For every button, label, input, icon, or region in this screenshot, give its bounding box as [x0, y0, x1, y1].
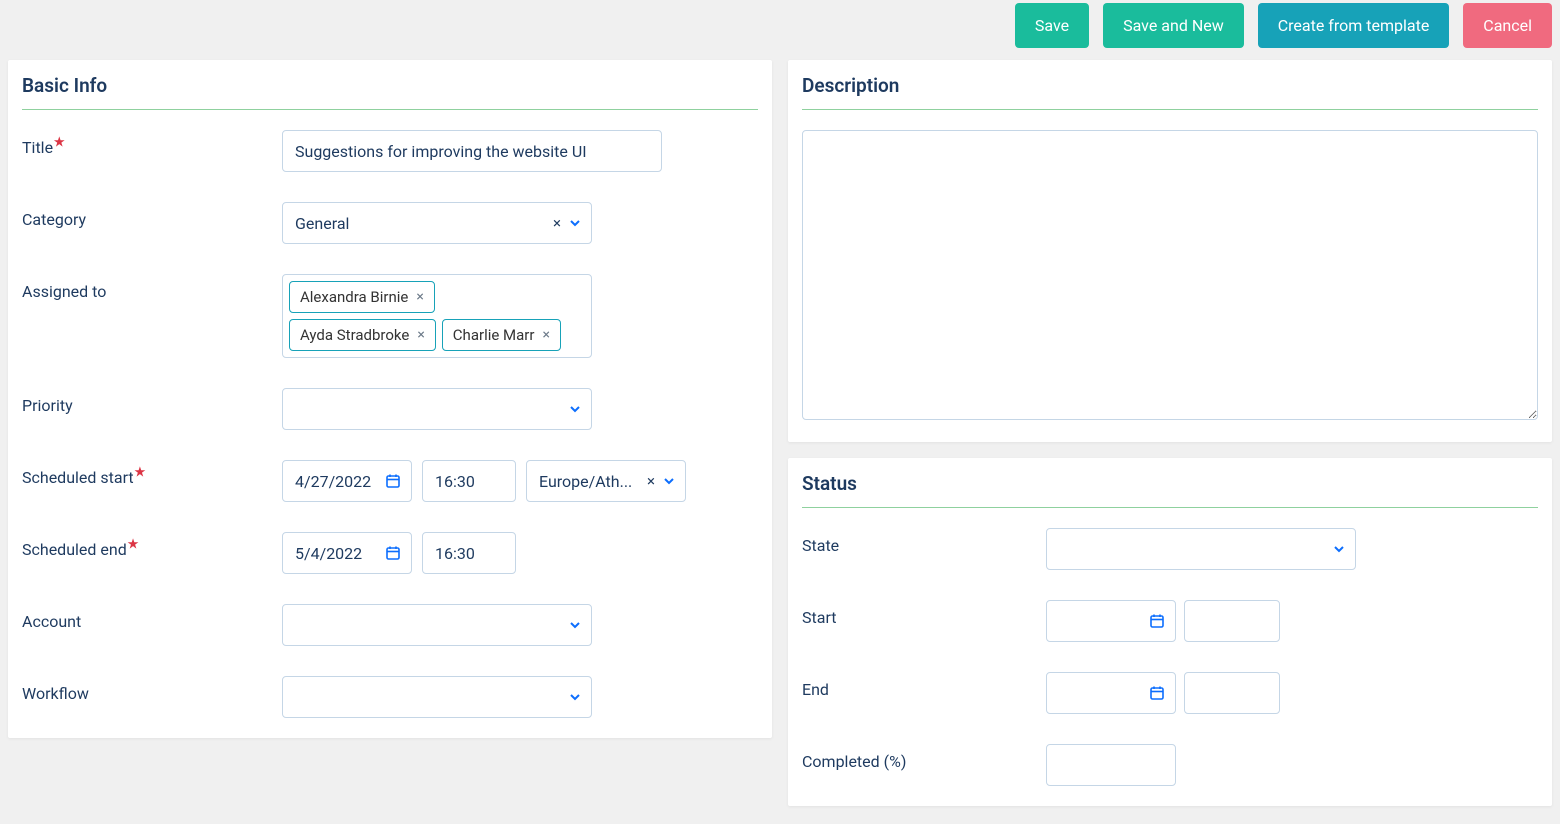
remove-tag-icon[interactable]: ×: [542, 327, 549, 343]
state-select[interactable]: [1046, 528, 1356, 570]
description-textarea[interactable]: [802, 130, 1538, 420]
label-assigned-to: Assigned to: [22, 274, 282, 301]
completed-input[interactable]: [1046, 744, 1176, 786]
label-completed: Completed (%): [802, 744, 1046, 771]
field-row-end: End: [802, 672, 1538, 714]
timezone-value: Europe/Ath...: [539, 472, 647, 491]
category-select[interactable]: General ×: [282, 202, 592, 244]
chevron-down-icon: [1333, 543, 1345, 555]
label-scheduled-start: Scheduled start★: [22, 460, 282, 487]
create-from-template-button[interactable]: Create from template: [1258, 3, 1450, 48]
assigned-to-input[interactable]: Alexandra Birnie × Ayda Stradbroke × Cha…: [282, 274, 592, 358]
label-workflow: Workflow: [22, 676, 282, 703]
label-scheduled-end-text: Scheduled end: [22, 540, 127, 559]
required-star-icon: ★: [134, 465, 147, 481]
scheduled-end-date-value: 5/4/2022: [295, 544, 362, 563]
required-star-icon: ★: [53, 135, 66, 151]
field-row-category: Category General ×: [22, 202, 758, 244]
priority-select[interactable]: [282, 388, 592, 430]
end-time-input[interactable]: [1184, 672, 1280, 714]
workflow-select[interactable]: [282, 676, 592, 718]
required-star-icon: ★: [127, 537, 140, 553]
field-row-start: Start: [802, 600, 1538, 642]
scheduled-start-time-value: 16:30: [435, 472, 475, 491]
basic-info-panel: Basic Info Title★ Category General: [8, 60, 772, 738]
scheduled-end-date-input[interactable]: 5/4/2022: [282, 532, 412, 574]
assignee-tag[interactable]: Alexandra Birnie ×: [289, 281, 435, 313]
tag-label: Charlie Marr: [453, 326, 535, 344]
start-time-input[interactable]: [1184, 600, 1280, 642]
field-row-state: State: [802, 528, 1538, 570]
panel-title-description: Description: [802, 74, 1538, 110]
action-toolbar: Save Save and New Create from template C…: [8, 0, 1552, 60]
tag-label: Alexandra Birnie: [300, 288, 408, 306]
calendar-icon: [385, 545, 401, 561]
timezone-select[interactable]: Europe/Ath... ×: [526, 460, 686, 502]
label-title: Title★: [22, 130, 282, 157]
remove-tag-icon[interactable]: ×: [417, 327, 424, 343]
cancel-button[interactable]: Cancel: [1463, 3, 1552, 48]
field-row-account: Account: [22, 604, 758, 646]
calendar-icon: [385, 473, 401, 489]
title-input[interactable]: [282, 130, 662, 172]
label-end: End: [802, 672, 1046, 699]
label-account: Account: [22, 604, 282, 631]
category-value: General: [295, 214, 349, 233]
field-row-scheduled-start: Scheduled start★ 4/27/2022 16:30: [22, 460, 758, 502]
panel-title-basic-info: Basic Info: [22, 74, 758, 110]
field-row-workflow: Workflow: [22, 676, 758, 718]
scheduled-end-time-value: 16:30: [435, 544, 475, 563]
save-button[interactable]: Save: [1015, 3, 1089, 48]
field-row-priority: Priority: [22, 388, 758, 430]
assignee-tag[interactable]: Ayda Stradbroke ×: [289, 319, 436, 351]
clear-icon[interactable]: ×: [553, 214, 561, 232]
label-state: State: [802, 528, 1046, 555]
scheduled-start-time-input[interactable]: 16:30: [422, 460, 516, 502]
calendar-icon: [1149, 685, 1165, 701]
clear-icon[interactable]: ×: [647, 472, 655, 490]
chevron-down-icon: [569, 619, 581, 631]
status-panel: Status State Start: [788, 458, 1552, 806]
panel-title-status: Status: [802, 472, 1538, 508]
chevron-down-icon: [569, 691, 581, 703]
label-scheduled-start-text: Scheduled start: [22, 468, 134, 487]
field-row-title: Title★: [22, 130, 758, 172]
label-scheduled-end: Scheduled end★: [22, 532, 282, 559]
chevron-down-icon: [569, 217, 581, 229]
field-row-scheduled-end: Scheduled end★ 5/4/2022 16:30: [22, 532, 758, 574]
assignee-tag[interactable]: Charlie Marr ×: [442, 319, 561, 351]
scheduled-start-date-input[interactable]: 4/27/2022: [282, 460, 412, 502]
start-date-input[interactable]: [1046, 600, 1176, 642]
end-date-input[interactable]: [1046, 672, 1176, 714]
label-start: Start: [802, 600, 1046, 627]
label-priority: Priority: [22, 388, 282, 415]
calendar-icon: [1149, 613, 1165, 629]
chevron-down-icon: [663, 475, 675, 487]
field-row-assigned-to: Assigned to Alexandra Birnie × Ayda Stra…: [22, 274, 758, 358]
scheduled-end-time-input[interactable]: 16:30: [422, 532, 516, 574]
account-select[interactable]: [282, 604, 592, 646]
remove-tag-icon[interactable]: ×: [416, 289, 423, 305]
save-and-new-button[interactable]: Save and New: [1103, 3, 1244, 48]
field-row-completed: Completed (%): [802, 744, 1538, 786]
label-category: Category: [22, 202, 282, 229]
scheduled-start-date-value: 4/27/2022: [295, 472, 371, 491]
chevron-down-icon: [569, 403, 581, 415]
label-title-text: Title: [22, 138, 53, 157]
tag-label: Ayda Stradbroke: [300, 326, 409, 344]
description-panel: Description: [788, 60, 1552, 442]
